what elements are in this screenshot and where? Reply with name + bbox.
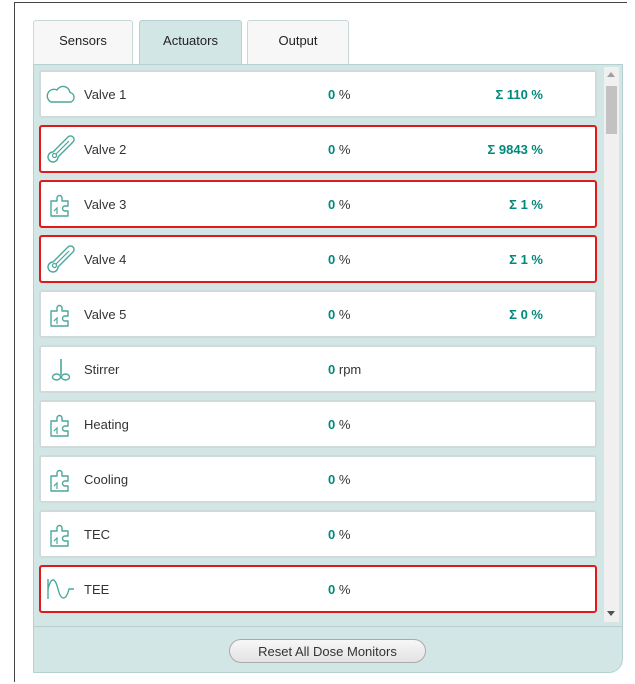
actuator-row[interactable]: Stirrer 0 rpm: [39, 345, 597, 393]
dose-monitor-sum: Σ 9843 %: [487, 142, 543, 157]
actuator-name: TEE: [84, 582, 110, 597]
stirrer-icon: [46, 355, 76, 383]
actuator-value-unit: %: [338, 87, 351, 102]
actuator-value: 0 %: [328, 197, 350, 212]
cloud-icon: [46, 80, 76, 108]
actuator-value-unit: %: [338, 252, 351, 267]
actuator-name: Valve 3: [84, 197, 127, 212]
footer-divider: [34, 626, 622, 627]
actuator-value-number: 0: [328, 252, 336, 267]
actuator-value-unit: %: [338, 527, 351, 542]
actuators-panel: Valve 10 % Σ 110 % Valve 20 % Σ 9843 % Valve…: [33, 64, 623, 673]
actuator-value-number: 0: [328, 197, 336, 212]
actuator-value-unit: %: [338, 307, 351, 322]
vertical-scrollbar[interactable]: [604, 67, 619, 622]
dose-monitor-sum: Σ 1 %: [509, 197, 543, 212]
puzzle-icon: [46, 410, 76, 438]
scrollbar-thumb[interactable]: [606, 86, 617, 134]
actuator-value-unit: %: [338, 582, 351, 597]
actuator-list: Valve 10 % Σ 110 % Valve 20 % Σ 9843 % Valve…: [39, 67, 601, 622]
actuator-row[interactable]: Valve 3 0 % Σ 1 %: [39, 180, 597, 228]
actuator-value-unit: %: [338, 472, 351, 487]
tab-output[interactable]: Output: [247, 20, 349, 64]
actuator-name: Heating: [84, 417, 129, 432]
actuator-name: Valve 1: [84, 87, 127, 102]
actuator-value: 0 %: [328, 527, 350, 542]
actuator-value-number: 0: [328, 472, 336, 487]
dose-monitor-sum: Σ 0 %: [509, 307, 543, 322]
actuator-value-unit: %: [338, 142, 351, 157]
puzzle-icon: [46, 520, 76, 548]
scroll-up-arrow-icon[interactable]: [607, 72, 615, 77]
dose-monitor-sum: Σ 110 %: [495, 87, 543, 102]
actuator-value: 0 %: [328, 582, 350, 597]
actuator-row[interactable]: Valve 2 0 % Σ 9843 %: [39, 125, 597, 173]
actuator-row[interactable]: Valve 4 0 % Σ 1 %: [39, 235, 597, 283]
actuator-row[interactable]: Valve 1 0 % Σ 110 %: [39, 70, 597, 118]
actuator-value-number: 0: [328, 307, 336, 322]
actuator-name: TEC: [84, 527, 110, 542]
wave-icon: [46, 575, 76, 603]
tab-actuators[interactable]: Actuators: [139, 20, 242, 64]
actuator-name: Valve 4: [84, 252, 127, 267]
puzzle-icon: [46, 190, 76, 218]
actuator-value: 0 rpm: [328, 362, 361, 377]
dose-monitor-sum: Σ 1 %: [509, 252, 543, 267]
actuator-name: Cooling: [84, 472, 129, 487]
actuator-value-unit: %: [338, 197, 351, 212]
actuator-row[interactable]: Heating 0 %: [39, 400, 597, 448]
actuator-value-unit: %: [338, 417, 351, 432]
actuator-value-number: 0: [328, 417, 336, 432]
thermometer-icon: [46, 245, 76, 273]
actuator-value-number: 0: [328, 142, 336, 157]
puzzle-icon: [46, 300, 76, 328]
actuator-value: 0 %: [328, 142, 350, 157]
scroll-down-arrow-icon[interactable]: [607, 611, 615, 616]
actuator-value: 0 %: [328, 307, 350, 322]
actuator-value-number: 0: [328, 582, 336, 597]
actuator-row[interactable]: Valve 5 0 % Σ 0 %: [39, 290, 597, 338]
actuator-value: 0 %: [328, 417, 350, 432]
reset-all-dose-monitors-button[interactable]: Reset All Dose Monitors: [229, 639, 426, 663]
actuator-name: Valve 5: [84, 307, 127, 322]
actuator-value-number: 0: [328, 527, 336, 542]
actuator-value: 0 %: [328, 87, 350, 102]
actuator-name: Stirrer: [84, 362, 120, 377]
actuator-value-number: 0: [328, 362, 336, 377]
actuator-value: 0 %: [328, 252, 350, 267]
thermometer-icon: [46, 135, 76, 163]
actuator-row[interactable]: TEE 0 %: [39, 565, 597, 613]
actuator-row[interactable]: Cooling 0 %: [39, 455, 597, 503]
actuator-value: 0 %: [328, 472, 350, 487]
actuator-name: Valve 2: [84, 142, 127, 157]
actuator-value-unit: rpm: [338, 362, 362, 377]
tab-sensors[interactable]: Sensors: [33, 20, 133, 64]
actuator-row[interactable]: TEC 0 %: [39, 510, 597, 558]
actuator-value-number: 0: [328, 87, 336, 102]
puzzle-icon: [46, 465, 76, 493]
